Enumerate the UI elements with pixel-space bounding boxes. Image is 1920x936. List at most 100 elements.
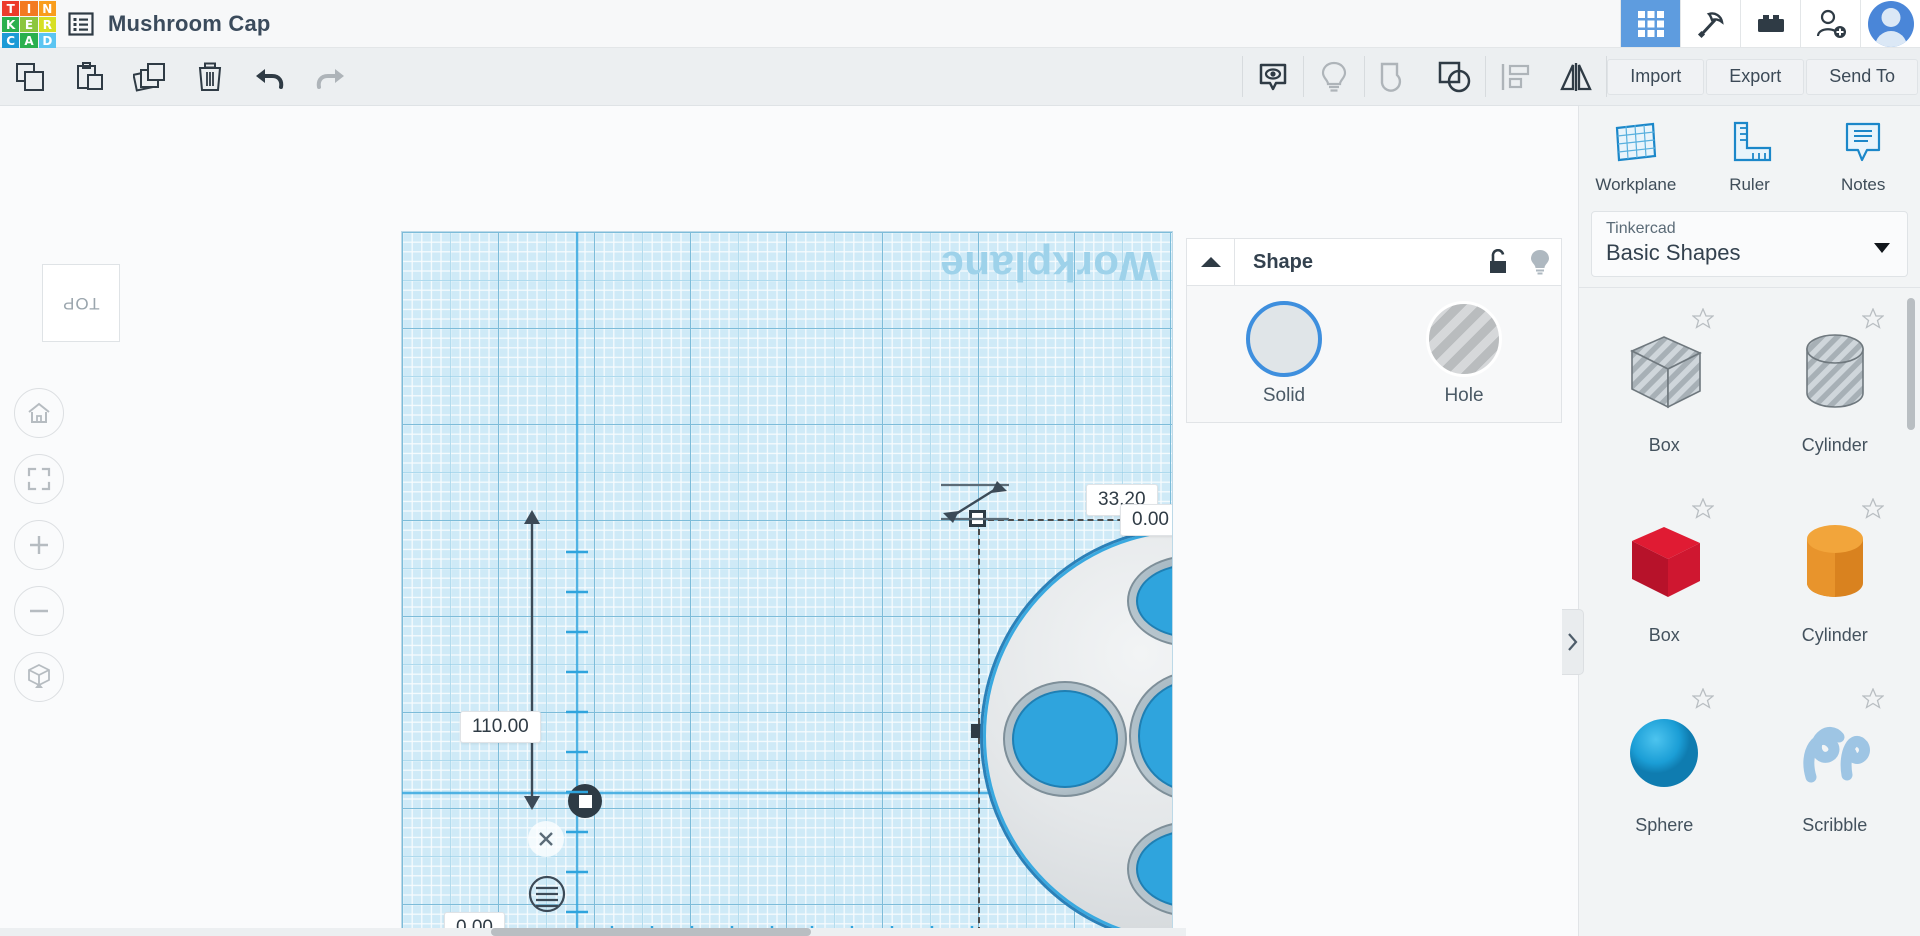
duplicate-icon[interactable] [120,48,180,105]
chevron-right-icon [1567,633,1578,651]
logo-tile: C [2,33,19,48]
logo-tile: E [20,17,37,32]
favorite-star-icon[interactable] [1692,498,1714,519]
hole-bottom[interactable] [1127,821,1173,917]
sidebar-label-ruler: Ruler [1693,175,1807,195]
logo-tile: I [20,1,37,16]
snap-increment-icon[interactable] [528,875,566,918]
top-bar-spacer [271,0,1620,47]
group-icon[interactable] [1365,48,1425,105]
shape-label: Sphere [1635,815,1693,836]
sidebar-item-notes[interactable]: Notes [1806,120,1920,195]
document-list-icon[interactable] [58,0,104,47]
shape-item-sphere[interactable]: Sphere [1579,674,1750,864]
sidebar-item-workplane[interactable]: Workplane [1579,120,1693,195]
solid-swatch [1246,301,1322,377]
solid-option[interactable]: Solid [1230,301,1338,407]
fit-to-view-icon[interactable] [14,454,64,504]
logo-tile: K [2,17,19,32]
designs-grid-icon[interactable] [1620,0,1680,47]
unlocked-padlock-icon[interactable] [1477,249,1519,275]
orange-cylinder-preview [1785,513,1885,613]
send-to-button[interactable]: Send To [1806,59,1918,95]
chevron-up-icon[interactable] [1187,239,1235,285]
show-hide-eye-icon[interactable] [1243,48,1303,105]
scribble-preview [1785,703,1885,803]
hole-left[interactable] [1003,681,1127,797]
paste-icon[interactable] [60,48,120,105]
chevron-down-icon [1873,242,1891,254]
favorite-star-icon[interactable] [1862,498,1884,519]
shape-label: Scribble [1802,815,1867,836]
shape-item-scribble[interactable]: Scribble [1750,674,1920,864]
height-dimension-label[interactable]: 110.00 [460,711,541,743]
workplane-grid-icon [1613,120,1659,164]
mirror-icon[interactable] [1546,48,1606,105]
shape-label: Box [1649,435,1680,456]
main-area: TOP [0,106,1920,936]
view-cube-label: TOP [62,293,100,313]
workplane-grid[interactable]: Workplane [401,231,1173,936]
delete-trash-icon[interactable] [180,48,240,105]
shape-library-grid[interactable]: Box Cylinder [1579,287,1920,936]
export-button[interactable]: Export [1706,59,1804,95]
right-sidebar: Workplane Ruler [1578,106,1920,936]
notes-bubble-icon [1840,120,1886,164]
hole-cylinder-preview [1785,323,1885,423]
shape-library-select[interactable]: Tinkercad Basic Shapes [1591,211,1908,277]
favorite-star-icon[interactable] [1862,688,1884,709]
import-button[interactable]: Import [1607,59,1704,95]
view-cube[interactable]: TOP [42,264,120,342]
undo-icon[interactable] [240,48,300,105]
light-bulb-icon[interactable] [1519,249,1561,276]
shape-properties-panel: Shape Solid [1186,238,1562,423]
shape-row: Box Cylinder [1579,294,1920,484]
tinkercad-logo[interactable]: TINKERCAD [0,0,58,48]
zoom-out-icon[interactable] [14,586,64,636]
align-icon[interactable] [1486,48,1546,105]
sidebar-label-workplane: Workplane [1579,175,1693,195]
hole-top[interactable] [1127,555,1173,647]
toolbar-spacer [360,48,1242,105]
canvas-column[interactable]: TOP [0,106,1578,936]
hole-option[interactable]: Hole [1410,301,1518,407]
top-bar: TINKERCAD Mushroom Cap [0,0,1920,48]
light-bulb-icon[interactable] [1304,48,1364,105]
sidebar-item-ruler[interactable]: Ruler [1693,120,1807,195]
copy-icon[interactable] [0,48,60,105]
home-view-icon[interactable] [14,388,64,438]
user-avatar[interactable] [1860,0,1920,47]
favorite-star-icon[interactable] [1862,308,1884,329]
document-title[interactable]: Mushroom Cap [104,0,271,47]
blocks-brick-icon[interactable] [1740,0,1800,47]
zoom-in-icon[interactable] [14,520,64,570]
shape-item-orange-cylinder[interactable]: Cylinder [1750,484,1920,674]
shape-label: Box [1649,625,1680,646]
logo-tile: D [39,33,56,48]
height-dimension-arrow [520,510,544,810]
shape-type-selector: Solid Hole [1186,286,1562,423]
shape-item-hole-cylinder[interactable]: Cylinder [1750,294,1920,484]
canvas-horizontal-scrollbar[interactable] [0,928,1186,936]
z-offset-label[interactable]: 0.00 [1120,504,1173,536]
favorite-star-icon[interactable] [1692,688,1714,709]
ruler-ticks-vertical [562,532,592,936]
height-z-indicator[interactable] [939,477,1029,527]
codeblocks-pickaxe-icon[interactable] [1680,0,1740,47]
hole-center[interactable] [1129,671,1173,801]
hole-label: Hole [1410,385,1518,407]
canvas-nav-controls [14,388,64,702]
sidebar-scrollbar[interactable] [1907,298,1915,430]
favorite-star-icon[interactable] [1692,308,1714,329]
logo-tile: N [39,1,56,16]
edit-toolbar: Import Export Send To [0,48,1920,106]
shape-item-red-box[interactable]: Box [1579,484,1750,674]
ungroup-icon[interactable] [1425,48,1485,105]
shape-panel-header: Shape [1186,238,1562,286]
close-icon[interactable] [528,821,564,857]
redo-icon[interactable] [300,48,360,105]
ortho-perspective-icon[interactable] [14,652,64,702]
shape-item-hole-box[interactable]: Box [1579,294,1750,484]
invite-person-icon[interactable] [1800,0,1860,47]
shape-panel-title: Shape [1235,251,1477,274]
